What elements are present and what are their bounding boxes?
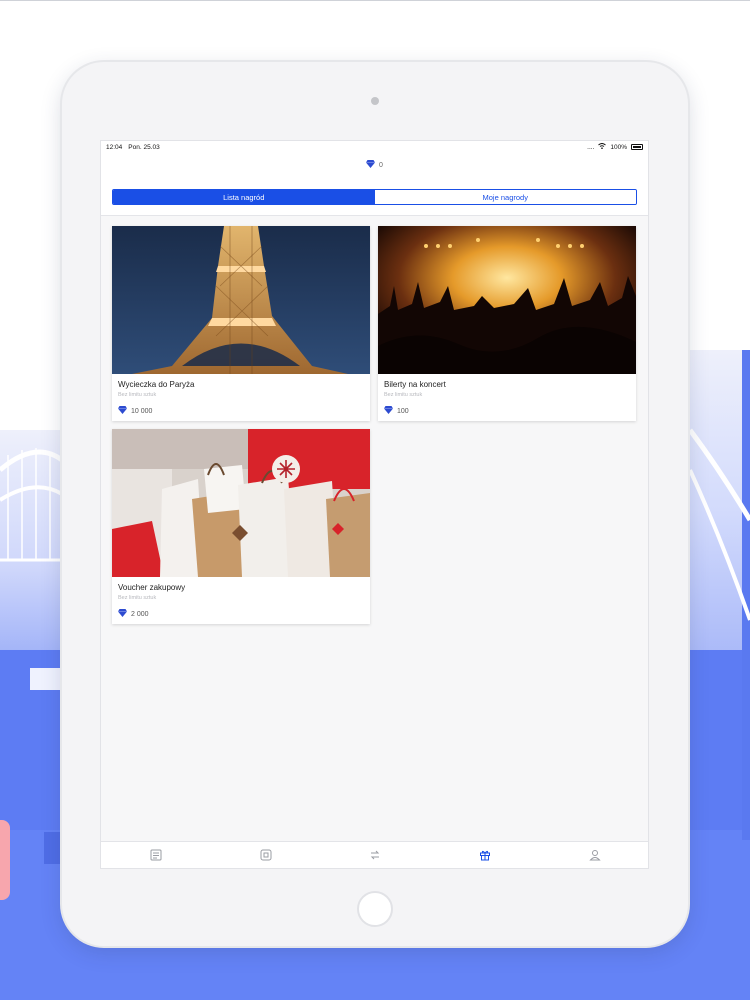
reward-card-concert[interactable]: Bilerty na koncert Bez limitu sztuk 100: [378, 226, 636, 421]
reward-subtitle: Bez limitu sztuk: [384, 392, 423, 398]
gift-icon: [479, 849, 491, 861]
camera-dot: [371, 97, 379, 105]
reward-title: Wycieczka do Paryża: [118, 380, 195, 389]
reward-card-voucher[interactable]: Voucher zakupowy Bez limitu sztuk 2 000: [112, 429, 370, 624]
tab-exchange[interactable]: [321, 842, 431, 868]
reward-title: Voucher zakupowy: [118, 583, 186, 592]
diamond-icon: [366, 160, 376, 170]
profile-icon: [589, 849, 601, 861]
shopping-bags-photo: [112, 429, 370, 577]
rewards-grid: Wycieczka do Paryża Bez limitu sztuk 10 …: [101, 216, 648, 843]
status-bar: 12:04 Pon. 25.03 .... 100%: [101, 141, 648, 153]
reward-title: Bilerty na koncert: [384, 380, 446, 389]
reward-price-value: 10 000: [131, 407, 153, 415]
tablet-frame: 12:04 Pon. 25.03 .... 100% 0 Lista nagró…: [62, 62, 688, 946]
exchange-icon: [369, 849, 381, 861]
points-balance: 0: [101, 160, 648, 170]
diamond-icon: [118, 406, 127, 416]
wifi-icon: [598, 143, 607, 151]
tab-gifts[interactable]: [430, 842, 540, 868]
reward-price: 2 000: [118, 609, 149, 619]
eiffel-tower-photo: [112, 226, 370, 374]
points-value: 0: [379, 161, 383, 169]
battery-icon: [631, 144, 643, 150]
tab-scanner[interactable]: [211, 842, 321, 868]
tab-profile[interactable]: [540, 842, 648, 868]
reward-price: 100: [384, 406, 409, 416]
diamond-icon: [384, 406, 393, 416]
rewards-segmented-control: Lista nagród Moje nagrody: [112, 189, 637, 205]
tab-rewards-list[interactable]: Lista nagród: [113, 190, 375, 204]
scanner-icon: [260, 849, 272, 861]
rewards-header: 0 Lista nagród Moje nagrody: [101, 153, 648, 216]
status-date: Pon. 25.03: [128, 143, 160, 151]
home-button[interactable]: [357, 891, 393, 927]
signal-dots: ....: [587, 143, 595, 151]
news-icon: [150, 849, 162, 861]
battery-percent: 100%: [610, 143, 627, 151]
tab-news[interactable]: [101, 842, 211, 868]
reward-price-value: 2 000: [131, 610, 149, 618]
reward-subtitle: Bez limitu sztuk: [118, 392, 157, 398]
reward-price: 10 000: [118, 406, 152, 416]
tab-my-rewards[interactable]: Moje nagrody: [374, 190, 636, 204]
status-time: 12:04: [106, 143, 123, 151]
bottom-tab-bar: [101, 841, 648, 868]
reward-price-value: 100: [397, 407, 409, 415]
app-screen: 12:04 Pon. 25.03 .... 100% 0 Lista nagró…: [100, 140, 649, 869]
concert-crowd-photo: [378, 226, 636, 374]
reward-card-paris[interactable]: Wycieczka do Paryża Bez limitu sztuk 10 …: [112, 226, 370, 421]
diamond-icon: [118, 609, 127, 619]
reward-subtitle: Bez limitu sztuk: [118, 595, 157, 601]
